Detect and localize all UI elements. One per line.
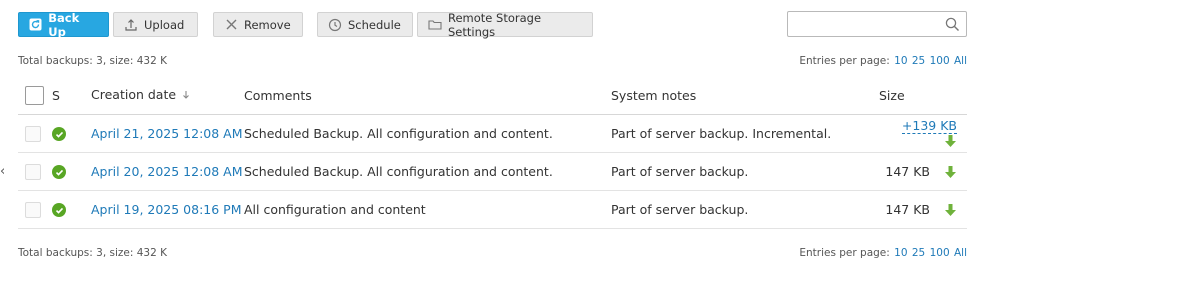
total-backups-summary-bottom: Total backups: 3, size: 432 K — [18, 247, 168, 259]
check-circle-icon — [52, 127, 66, 142]
row-size-cell: 147 KB — [879, 190, 967, 229]
clock-icon — [328, 18, 342, 32]
download-arrow-icon[interactable] — [944, 203, 957, 218]
backup-size: 147 KB — [885, 201, 931, 217]
row-checkbox[interactable] — [25, 163, 41, 180]
status-column-label: S — [52, 87, 60, 103]
entries-per-page-option-10[interactable]: 10 — [894, 247, 907, 259]
row-date-cell: April 20, 2025 12:08 AM — [91, 152, 244, 191]
row-status-cell — [52, 114, 91, 153]
chevron-left-icon[interactable]: ‹ — [0, 164, 5, 179]
backup-date-link[interactable]: April 20, 2025 12:08 AM — [91, 164, 243, 179]
total-backups-summary-top: Total backups: 3, size: 432 K — [18, 55, 168, 67]
upload-button[interactable]: Upload — [113, 12, 198, 37]
upload-button-label: Upload — [144, 17, 185, 32]
row-size-cell: 147 KB — [879, 152, 967, 191]
entries-per-page-option-25[interactable]: 25 — [912, 55, 925, 67]
search-box — [787, 11, 967, 37]
upload-icon — [124, 18, 138, 32]
row-select-cell — [18, 190, 52, 229]
row-checkbox[interactable] — [25, 125, 41, 142]
backups-table: S Creation date Comments System notes Si… — [18, 76, 967, 229]
creation-date-column-label: Creation date — [91, 87, 177, 102]
row-system-notes: Part of server backup. — [611, 190, 879, 229]
entries-per-page-option-25[interactable]: 25 — [912, 247, 925, 259]
backup-icon — [29, 18, 42, 32]
backup-size-link[interactable]: +139 KB — [901, 118, 957, 134]
entries-per-page-option-100[interactable]: 100 — [930, 247, 950, 259]
system-notes-column-header[interactable]: System notes — [611, 76, 879, 115]
row-system-notes: Part of server backup. — [611, 152, 879, 191]
backup-button[interactable]: Back Up — [18, 10, 109, 39]
search-icon[interactable] — [945, 17, 960, 36]
schedule-button[interactable]: Schedule — [317, 12, 413, 37]
entries-per-page-option-all[interactable]: All — [954, 247, 967, 259]
table-row: April 19, 2025 08:16 PM All configuratio… — [18, 190, 967, 229]
entries-per-page-top: Entries per page: 10 25 100 All — [799, 55, 967, 67]
remove-button-label: Remove — [244, 17, 291, 32]
check-circle-icon — [52, 165, 66, 180]
select-all-cell — [18, 76, 52, 115]
row-comments: All configuration and content — [244, 190, 611, 229]
table-header-row: S Creation date Comments System notes Si… — [18, 76, 967, 115]
backup-size: 147 KB — [885, 163, 931, 179]
row-checkbox[interactable] — [25, 201, 41, 218]
row-size-cell: +139 KB — [879, 114, 967, 153]
comments-column-header[interactable]: Comments — [244, 76, 611, 115]
backup-date-link[interactable]: April 19, 2025 08:16 PM — [91, 202, 242, 217]
entries-per-page-option-all[interactable]: All — [954, 55, 967, 67]
table-row: April 20, 2025 12:08 AM Scheduled Backup… — [18, 152, 967, 191]
row-date-cell: April 19, 2025 08:16 PM — [91, 190, 244, 229]
row-status-cell — [52, 152, 91, 191]
remote-storage-settings-label: Remote Storage Settings — [448, 10, 542, 39]
backup-button-label: Back Up — [48, 10, 80, 39]
entries-per-page-bottom: Entries per page: 10 25 100 All — [799, 247, 967, 259]
row-comments: Scheduled Backup. All configuration and … — [244, 114, 611, 153]
remove-button[interactable]: Remove — [213, 12, 303, 37]
entries-per-page-label: Entries per page: — [799, 247, 890, 259]
entries-per-page-option-10[interactable]: 10 — [894, 55, 907, 67]
creation-date-column-header[interactable]: Creation date — [91, 76, 244, 115]
size-column-header[interactable]: Size — [879, 76, 967, 115]
remove-icon — [224, 18, 238, 32]
size-column-label: Size — [879, 87, 905, 103]
download-arrow-icon[interactable] — [944, 134, 957, 149]
entries-per-page-label: Entries per page: — [799, 55, 890, 67]
row-status-cell — [52, 190, 91, 229]
row-select-cell — [18, 152, 52, 191]
search-input[interactable] — [792, 13, 946, 37]
check-circle-icon — [52, 203, 66, 218]
select-all-checkbox[interactable] — [25, 85, 44, 105]
remote-storage-settings-button[interactable]: Remote Storage Settings — [417, 10, 593, 39]
schedule-button-label: Schedule — [348, 17, 401, 32]
row-comments: Scheduled Backup. All configuration and … — [244, 152, 611, 191]
row-date-cell: April 21, 2025 12:08 AM — [91, 114, 244, 153]
status-column-header[interactable]: S — [52, 76, 91, 115]
download-arrow-icon[interactable] — [944, 165, 957, 180]
table-row: April 21, 2025 12:08 AM Scheduled Backup… — [18, 114, 967, 153]
folder-icon — [428, 18, 442, 32]
sort-down-icon — [182, 88, 190, 103]
comments-column-label: Comments — [244, 87, 312, 103]
entries-per-page-option-100[interactable]: 100 — [930, 55, 950, 67]
row-system-notes: Part of server backup. Incremental. — [611, 114, 879, 153]
system-notes-column-label: System notes — [611, 87, 697, 103]
backup-date-link[interactable]: April 21, 2025 12:08 AM — [91, 126, 243, 141]
row-select-cell — [18, 114, 52, 153]
